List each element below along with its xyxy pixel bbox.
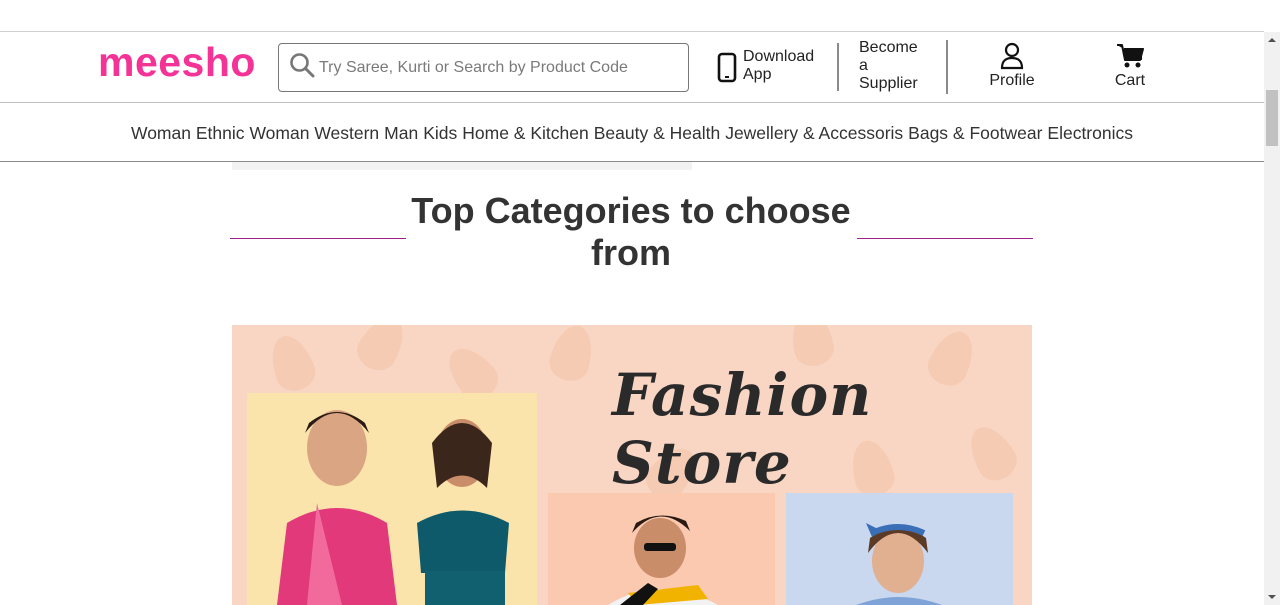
banner-title: Fashion Store [612,361,873,497]
header-divider [837,43,839,91]
search-box[interactable] [278,43,689,92]
nav-item-jewellery[interactable]: Jewellery & Accessoris [725,123,903,144]
nav-item-electronics[interactable]: Electronics [1047,123,1133,144]
scrollbar-thumb[interactable] [1266,90,1278,146]
user-icon [986,42,1038,70]
category-nav: Woman Ethnic Woman Western Man Kids Home… [0,103,1264,162]
search-input[interactable] [319,58,679,77]
logo-text: meesho [98,39,256,85]
download-line2: App [743,66,772,83]
leaf-pattern [350,325,414,378]
profile-label: Profile [989,72,1035,89]
become-supplier-link[interactable]: Become a Supplier [859,39,929,93]
nav-item-beauty-health[interactable]: Beauty & Health [594,123,720,144]
kids-fashion-image[interactable] [786,493,1013,605]
nav-item-woman-ethnic[interactable]: Woman Ethnic [131,123,244,144]
supplier-line1: Become [859,39,918,56]
download-line1: Download [743,48,815,65]
header-divider [946,40,948,94]
section-title: Top Categories to choose from [411,190,851,273]
leaf-pattern [263,329,321,397]
women-fashion-image[interactable] [247,393,537,605]
cart-button[interactable]: Cart [1106,42,1154,90]
site-header: meesho Download App Become a Supplier [0,32,1264,103]
section-divider [232,162,692,170]
scroll-down-icon[interactable] [1264,589,1280,605]
supplier-line2: a [859,57,868,74]
fashion-store-banner[interactable]: Fashion Store [232,325,1032,605]
nav-item-home-kitchen[interactable]: Home & Kitchen [462,123,588,144]
leaf-pattern [545,325,599,386]
heading-accent-line [230,238,406,239]
nav-item-kids[interactable]: Kids [423,123,457,144]
scroll-up-icon[interactable] [1264,32,1280,48]
nav-item-bags-footwear[interactable]: Bags & Footwear [908,123,1042,144]
heading-accent-line [857,238,1033,239]
supplier-line3: Supplier [859,75,918,92]
men-fashion-image[interactable] [548,493,775,605]
cart-icon [1106,42,1154,70]
nav-item-man[interactable]: Man [384,123,418,144]
mobile-phone-icon [716,48,738,89]
nav-item-woman-western[interactable]: Woman Western [249,123,379,144]
top-categories-section: Top Categories to choose from [230,190,1033,280]
meesho-logo[interactable]: meesho [98,42,256,83]
browser-top-strip [0,0,1264,32]
page-scrollbar[interactable] [1264,32,1280,605]
profile-button[interactable]: Profile [986,42,1038,90]
search-icon [289,52,315,83]
cart-label: Cart [1114,72,1146,89]
download-app-label: Download App [743,48,823,84]
download-app-link[interactable]: Download App [716,48,823,89]
